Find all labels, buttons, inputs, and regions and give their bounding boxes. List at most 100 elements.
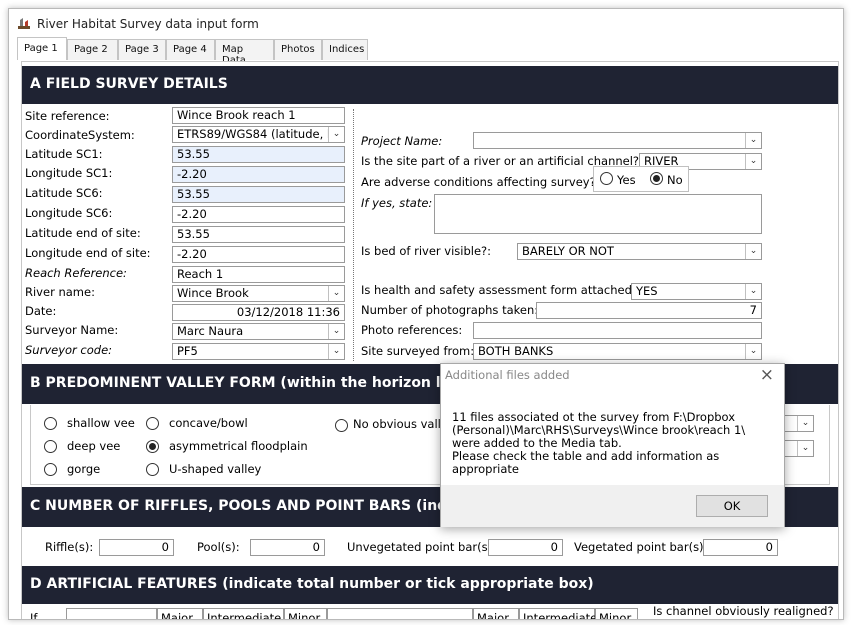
valley-u-shaped-label: U-shaped valley — [169, 462, 262, 476]
if-yes-field[interactable] — [434, 194, 762, 234]
chevron-down-icon[interactable]: ⌄ — [745, 284, 761, 299]
additional-files-dialog: Additional files added × 11 files associ… — [440, 363, 785, 527]
riffles-label: Riffle(s): — [45, 540, 94, 554]
title-bar: River Habitat Survey data input form — [9, 9, 843, 37]
unvegetated-bars-field[interactable]: 0 — [488, 539, 563, 556]
valley-concave-bowl-label: concave/bowl — [169, 416, 248, 430]
latitude-end-label: Latitude end of site: — [25, 226, 141, 240]
chevron-down-icon[interactable]: ⌄ — [745, 244, 761, 259]
surveyed-from-label: Site surveyed from: — [361, 344, 475, 358]
photo-refs-label: Photo references: — [361, 323, 463, 337]
features-header-intermediate-1: Intermediate — [203, 608, 284, 619]
chevron-down-icon[interactable]: ⌄ — [745, 344, 761, 359]
pools-field[interactable]: 0 — [250, 539, 325, 556]
dialog-title: Additional files added — [445, 368, 570, 382]
features-header-blank-1 — [66, 608, 157, 619]
chevron-down-icon[interactable]: ⌄ — [745, 133, 761, 148]
vegetated-bars-label: Vegetated point bar(s): — [574, 540, 708, 554]
features-header-intermediate-2: Intermediate — [519, 608, 597, 619]
site-reference-label: Site reference: — [25, 109, 110, 123]
health-safety-label: Is health and safety assessment form att… — [361, 283, 642, 297]
latitude-sc6-field[interactable]: 53.55 — [172, 186, 345, 203]
valley-no-obvious-label: No obvious valle — [353, 417, 448, 431]
num-photos-field[interactable]: 7 — [536, 302, 762, 319]
surveyor-code-select[interactable]: PF5 ⌄ — [172, 343, 345, 360]
surveyor-code-value: PF5 — [177, 344, 198, 358]
ok-button[interactable]: OK — [696, 495, 768, 517]
features-header-major-1: Major — [157, 608, 203, 619]
app-icon — [18, 18, 30, 29]
chevron-down-icon[interactable]: ⌄ — [328, 324, 344, 339]
longitude-sc6-label: Longitude SC6: — [25, 206, 113, 220]
riffles-field[interactable]: 0 — [99, 539, 174, 556]
longitude-end-field[interactable]: -2.20 — [172, 246, 345, 263]
if-yes-label: If yes, state: — [361, 196, 433, 210]
valley-extra-select-1[interactable]: ⌄ — [782, 415, 814, 432]
reach-reference-field[interactable]: Reach 1 — [172, 266, 345, 283]
section-a-heading: A FIELD SURVEY DETAILS — [22, 66, 838, 104]
vegetated-bars-field[interactable]: 0 — [703, 539, 778, 556]
valley-concave-bowl-radio[interactable] — [146, 417, 159, 430]
adverse-no-label: No — [667, 173, 683, 187]
valley-gorge-radio[interactable] — [44, 463, 57, 476]
valley-u-shaped-radio[interactable] — [146, 463, 159, 476]
tab-page-1[interactable]: Page 1 — [17, 37, 67, 60]
chevron-down-icon[interactable]: ⌄ — [797, 416, 813, 431]
latitude-sc1-label: Latitude SC1: — [25, 147, 103, 161]
valley-shallow-vee-radio[interactable] — [44, 417, 57, 430]
project-name-label: Project Name: — [361, 134, 443, 148]
app-window: River Habitat Survey data input form Pag… — [8, 8, 844, 620]
bed-visible-select[interactable]: BARELY OR NOT ⌄ — [517, 243, 762, 260]
coordinate-system-label: CoordinateSystem: — [25, 128, 135, 142]
chevron-down-icon[interactable]: ⌄ — [745, 154, 761, 169]
chevron-down-icon[interactable]: ⌄ — [328, 286, 344, 301]
longitude-sc1-field[interactable]: -2.20 — [172, 166, 345, 183]
longitude-end-label: Longitude end of site: — [25, 246, 151, 260]
features-header-minor-2: Minor — [595, 608, 638, 619]
pools-label: Pool(s): — [197, 540, 240, 554]
latitude-sc1-field[interactable]: 53.55 — [172, 146, 345, 163]
valley-asymmetrical-floodplain-label: asymmetrical floodplain — [169, 439, 308, 453]
date-label: Date: — [25, 304, 57, 318]
surveyed-from-select[interactable]: BOTH BANKS ⌄ — [473, 343, 762, 360]
valley-gorge-label: gorge — [67, 462, 101, 476]
valley-asymmetrical-floodplain-radio[interactable] — [146, 440, 159, 453]
river-name-select[interactable]: Wince Brook ⌄ — [172, 285, 345, 302]
river-name-label: River name: — [25, 285, 95, 299]
close-icon[interactable]: × — [760, 365, 774, 385]
chevron-down-icon[interactable]: ⌄ — [328, 344, 344, 359]
valley-extra-select-2[interactable]: ⌄ — [782, 440, 814, 457]
dialog-message: 11 files associated ot the survey from F… — [452, 410, 746, 476]
surveyor-name-label: Surveyor Name: — [25, 323, 119, 337]
tab-page-2[interactable]: Page 2 — [67, 39, 118, 60]
river-name-value: Wince Brook — [177, 286, 249, 300]
site-reference-field[interactable]: Wince Brook reach 1 — [172, 107, 345, 124]
project-name-select[interactable]: ⌄ — [473, 132, 762, 149]
bed-visible-label: Is bed of river visible?: — [361, 244, 492, 258]
tab-page-3[interactable]: Page 3 — [118, 39, 166, 60]
window-title: River Habitat Survey data input form — [37, 17, 259, 31]
date-field[interactable]: 03/12/2018 11:36 — [172, 304, 345, 321]
tab-page-4[interactable]: Page 4 — [166, 39, 215, 60]
chevron-down-icon[interactable]: ⌄ — [797, 441, 813, 456]
section-d-heading: D ARTIFICIAL FEATURES (indicate total nu… — [22, 566, 838, 604]
adverse-yes-radio[interactable] — [600, 172, 613, 185]
coordinate-system-value: ETRS89/WGS84 (latitude, lo — [177, 127, 338, 141]
tab-map-data[interactable]: Map Data — [215, 39, 274, 66]
valley-no-obvious-radio[interactable] — [335, 419, 348, 432]
chevron-down-icon[interactable]: ⌄ — [328, 127, 344, 142]
longitude-sc6-field[interactable]: -2.20 — [172, 206, 345, 223]
coordinate-system-select[interactable]: ETRS89/WGS84 (latitude, lo ⌄ — [172, 126, 345, 143]
adverse-no-radio[interactable] — [650, 172, 663, 185]
tab-indices[interactable]: Indices — [322, 39, 368, 60]
health-safety-select[interactable]: YES ⌄ — [631, 283, 762, 300]
valley-deep-vee-label: deep vee — [67, 439, 121, 453]
tab-photos[interactable]: Photos — [274, 39, 322, 60]
surveyor-code-label: Surveyor code: — [25, 343, 113, 357]
surveyor-name-value: Marc Naura — [177, 324, 244, 338]
surveyor-name-select[interactable]: Marc Naura ⌄ — [172, 323, 345, 340]
num-photos-label: Number of photographs taken: — [361, 303, 539, 317]
photo-refs-field[interactable] — [473, 322, 762, 339]
valley-deep-vee-radio[interactable] — [44, 440, 57, 453]
latitude-end-field[interactable]: 53.55 — [172, 226, 345, 243]
